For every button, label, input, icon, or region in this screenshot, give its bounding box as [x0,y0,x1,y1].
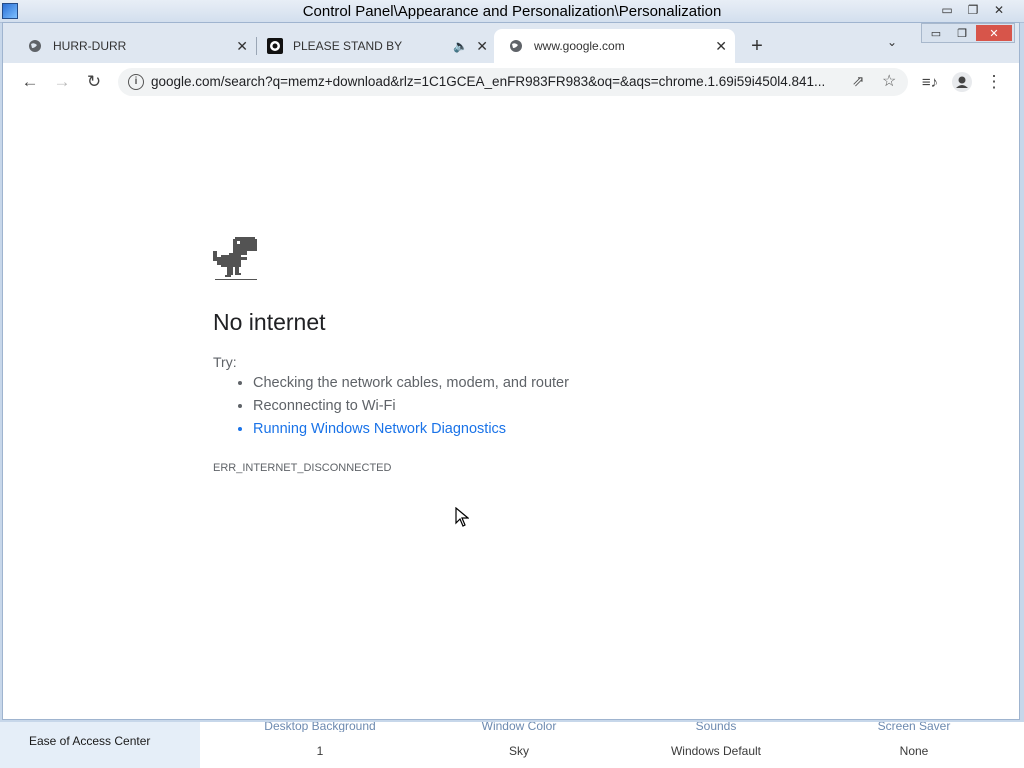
tab-title: www.google.com [534,39,625,53]
error-code: ERR_INTERNET_DISCONNECTED [213,462,392,474]
sounds-value: Windows Default [670,744,762,758]
new-tab-button[interactable]: + [745,34,769,58]
globe-icon [508,38,524,54]
sounds-item[interactable]: Sounds Windows Default [636,722,796,758]
tab-please-stand-by[interactable]: PLEASE STAND BY 🔈 ✕ [243,29,496,63]
address-bar[interactable]: i google.com/search?q=memz+download&rlz=… [118,68,908,96]
restore-icon[interactable]: ❐ [950,25,974,41]
minimize-icon[interactable]: ▭ [936,2,958,18]
dinosaur-icon[interactable] [213,237,259,286]
page-content: No internet Try: Checking the network ca… [3,101,1019,719]
desktop-background-item[interactable]: Desktop Background 1 [240,722,400,758]
close-icon[interactable]: ✕ [976,25,1012,41]
bookmark-star-icon[interactable]: ☆ [882,71,896,91]
reload-icon[interactable]: ↻ [83,71,105,93]
control-panel-titlebar: Control Panel\Appearance and Personaliza… [0,0,1024,23]
menu-kebab-icon[interactable]: ⋮ [983,71,1005,93]
screen-saver-value: None [899,744,929,758]
control-panel-title: Control Panel\Appearance and Personaliza… [302,3,722,20]
sounds-label: Sounds [695,722,737,732]
globe-icon [27,38,43,54]
tab-search-icon[interactable]: ⌄ [887,35,897,49]
browser-window-controls: ▭ ❐ ✕ [921,23,1015,43]
video-site-icon [267,38,283,54]
suggestion-check-cables: Checking the network cables, modem, and … [253,375,569,391]
forward-arrow-icon[interactable]: → [51,71,73,93]
info-icon[interactable]: i [128,74,144,90]
suggestion-reconnect-wifi: Reconnecting to Wi-Fi [253,398,569,414]
control-panel-sidebar: Ease of Access Center [0,722,200,768]
tab-title: PLEASE STAND BY [293,39,403,53]
tab-strip: HURR-DURR ✕ PLEASE STAND BY 🔈 ✕ www.goog… [3,23,1019,63]
minimize-icon[interactable]: ▭ [924,25,948,41]
back-arrow-icon[interactable]: ← [19,71,41,93]
network-diagnostics-link[interactable]: Running Windows Network Diagnostics [253,421,569,437]
mouse-cursor-icon [455,506,470,532]
window-color-value: Sky [508,744,529,758]
media-control-icon[interactable]: ≡♪ [919,71,941,93]
profile-avatar-icon[interactable] [951,71,973,93]
tab-hurr-durr[interactable]: HURR-DURR ✕ [3,29,256,63]
screen-saver-item[interactable]: Screen Saver None [834,722,994,758]
tab-title: HURR-DURR [53,39,127,53]
audio-playing-icon[interactable]: 🔈 [453,39,468,53]
close-icon[interactable]: ✕ [988,2,1010,18]
close-tab-icon[interactable]: ✕ [715,38,727,55]
window-color-label: Window Color [481,722,557,732]
close-tab-icon[interactable]: ✕ [476,38,488,55]
error-title: No internet [213,309,326,335]
browser-toolbar: ← → ↻ i google.com/search?q=memz+downloa… [3,63,1019,102]
window-color-item[interactable]: Window Color Sky [439,722,599,758]
share-icon[interactable]: ⇗ [852,72,865,90]
try-label: Try: [213,354,237,370]
desktop-background-label: Desktop Background [264,722,376,732]
ease-of-access-link[interactable]: Ease of Access Center [29,734,150,748]
browser-window: HURR-DURR ✕ PLEASE STAND BY 🔈 ✕ www.goog… [2,22,1020,720]
desktop-background-value: 1 [316,744,324,758]
suggestion-list: Checking the network cables, modem, and … [213,375,569,444]
control-panel-bottom: Ease of Access Center Desktop Background… [0,722,1024,768]
url-text[interactable]: google.com/search?q=memz+download&rlz=1C… [151,74,841,89]
tab-google[interactable]: www.google.com ✕ [494,29,735,63]
restore-icon[interactable]: ❐ [962,2,984,18]
screen-saver-label: Screen Saver [877,722,951,732]
